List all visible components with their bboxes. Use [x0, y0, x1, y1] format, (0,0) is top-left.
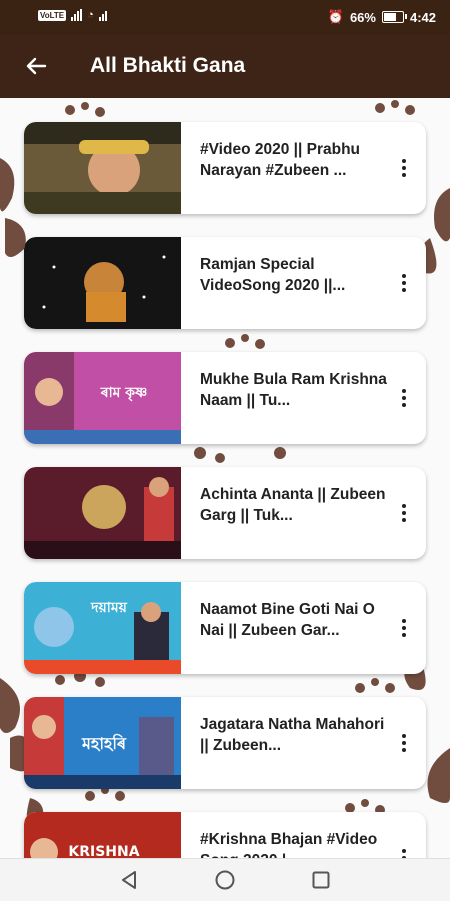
video-thumbnail [24, 122, 181, 214]
status-right: ⏰ 66% 4:42 [328, 9, 436, 25]
more-options-icon[interactable] [394, 727, 414, 759]
video-title: #Video 2020 || Prabhu Narayan #Zubeen ..… [200, 141, 361, 179]
video-title: Jagatara Natha Mahahori || Zubeen... [200, 716, 385, 754]
video-title: #Krishna Bhajan #Video Song 2020 |... [200, 831, 378, 858]
status-left: VoLTE ◔ [38, 9, 107, 21]
back-arrow-icon[interactable] [20, 50, 52, 82]
video-card[interactable]: KRISHNA #Krishna Bhajan #Video Song 2020… [24, 812, 426, 858]
video-card[interactable]: ৰাম কৃষ্ণ Mukhe Bula Ram Krishna Naam ||… [24, 352, 426, 444]
video-card[interactable]: Achinta Ananta || Zubeen Garg || Tuk... [24, 467, 426, 559]
svg-text:KRISHNA: KRISHNA [68, 844, 139, 858]
page-title: All Bhakti Gana [90, 54, 246, 77]
wifi-icon: ◔ [87, 9, 94, 21]
video-card[interactable]: দয়াময় Naamot Bine Goti Nai O Nai || Zu… [24, 582, 426, 674]
nav-back-icon[interactable] [118, 869, 140, 896]
more-options-icon[interactable] [394, 382, 414, 414]
signal-icon [71, 9, 83, 21]
more-options-icon[interactable] [394, 612, 414, 644]
video-thumbnail [24, 237, 181, 329]
video-card[interactable]: Ramjan Special VideoSong 2020 ||... [24, 237, 426, 329]
video-card[interactable]: মহাহৰি Jagatara Natha Mahahori || Zubeen… [24, 697, 426, 789]
more-options-icon[interactable] [394, 842, 414, 858]
more-options-icon[interactable] [394, 267, 414, 299]
video-title: Ramjan Special VideoSong 2020 ||... [200, 256, 346, 294]
svg-text:দয়াময়: দয়াময় [90, 600, 127, 616]
app-bar: All Bhakti Gana [0, 34, 450, 98]
video-title: Achinta Ananta || Zubeen Garg || Tuk... [200, 486, 386, 524]
svg-text:ৰাম কৃষ্ণ: ৰাম কৃষ্ণ [100, 385, 148, 402]
system-nav-bar [0, 858, 450, 901]
video-title: Naamot Bine Goti Nai O Nai || Zubeen Gar… [200, 601, 375, 639]
video-card[interactable]: #Video 2020 || Prabhu Narayan #Zubeen ..… [24, 122, 426, 214]
video-list[interactable]: #Video 2020 || Prabhu Narayan #Zubeen ..… [0, 98, 450, 858]
battery-icon [381, 11, 407, 23]
video-title: Mukhe Bula Ram Krishna Naam || Tu... [200, 371, 387, 409]
more-options-icon[interactable] [394, 497, 414, 529]
nav-recents-icon[interactable] [310, 869, 332, 896]
signal-icon-2 [98, 9, 107, 21]
clock: 4:42 [409, 9, 436, 25]
video-thumbnail: KRISHNA [24, 812, 181, 858]
volte-badge: VoLTE [38, 9, 67, 21]
video-thumbnail: মহাহৰি [24, 697, 181, 789]
alarm-icon: ⏰ [327, 9, 344, 24]
video-thumbnail: দয়াময় [24, 582, 181, 674]
more-options-icon[interactable] [394, 152, 414, 184]
nav-home-icon[interactable] [214, 869, 236, 896]
svg-text:মহাহৰি: মহাহৰি [81, 733, 127, 753]
battery-percent: 66% [349, 9, 376, 25]
video-thumbnail [24, 467, 181, 559]
video-thumbnail: ৰাম কৃষ্ণ [24, 352, 181, 444]
status-bar: VoLTE ◔ ⏰ 66% 4:42 [0, 0, 450, 34]
